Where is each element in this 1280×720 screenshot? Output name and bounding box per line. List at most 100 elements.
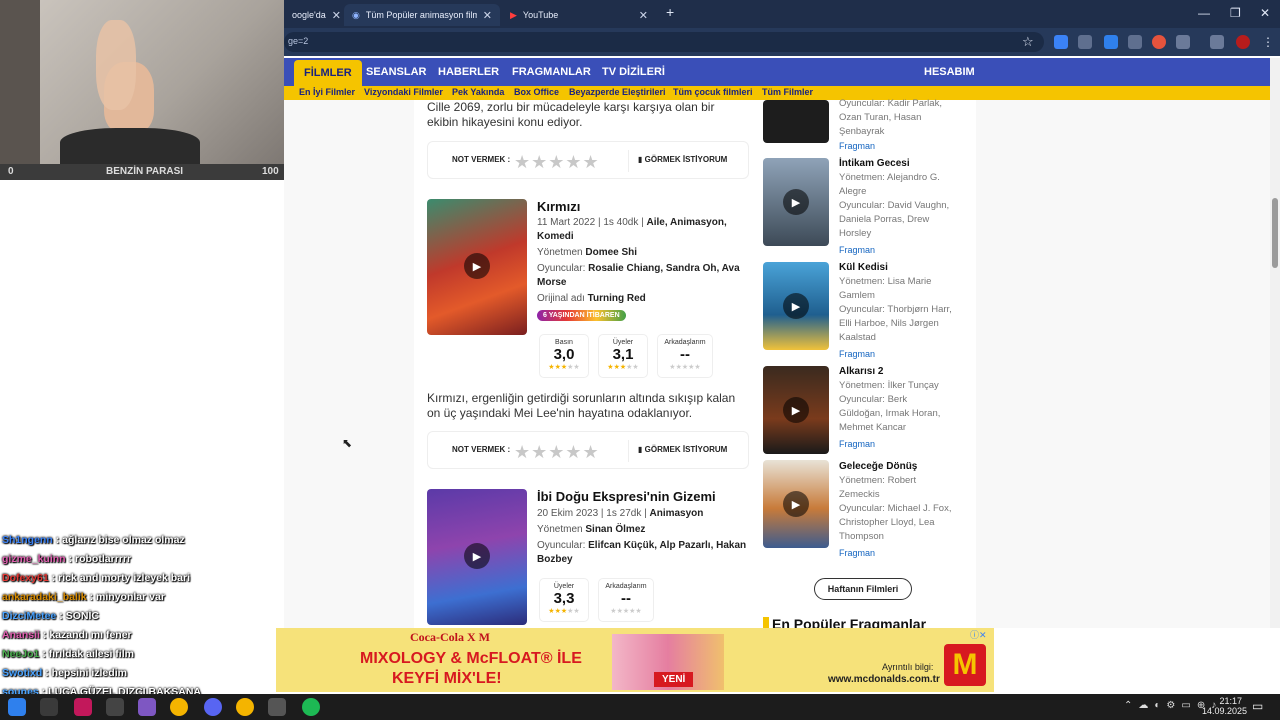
trailer-link[interactable]: Fragman	[839, 548, 875, 558]
chat-username[interactable]: Dofexy61	[2, 572, 49, 584]
movie-title[interactable]: İbi Doğu Ekspresi'nin Gizemi	[537, 489, 716, 504]
page-scrollbar[interactable]	[1270, 58, 1280, 628]
meta-line: Oyuncular: Berk	[839, 394, 908, 405]
extension-icon[interactable]	[1152, 35, 1166, 49]
meta-line: Christopher Lloyd, Lea	[839, 517, 935, 528]
subnav-tum-filmler[interactable]: Tüm Filmler	[762, 87, 813, 97]
spotify-icon[interactable]	[302, 698, 320, 716]
chrome-icon[interactable]	[170, 698, 188, 716]
subnav-cocuk[interactable]: Tüm çocuk filmleri	[673, 87, 753, 97]
sidebar-item-title[interactable]: İntikam Gecesi	[839, 158, 910, 169]
minimize-button[interactable]: —	[1198, 6, 1210, 20]
chat-username[interactable]: Anansii	[2, 629, 40, 641]
play-icon[interactable]: ▶	[783, 397, 809, 423]
webcam-background	[0, 0, 40, 164]
cursor-icon: ⬉	[342, 436, 353, 450]
sidebar-poster[interactable]: ▶	[763, 262, 829, 350]
address-input[interactable]: ge=2	[284, 32, 1044, 52]
trailer-link[interactable]: Fragman	[839, 141, 875, 151]
sidebar-poster[interactable]: ▶	[763, 158, 829, 246]
nav-seanslar[interactable]: SEANSLAR	[366, 58, 427, 86]
nav-filmler[interactable]: FİLMLER	[294, 60, 362, 86]
scrollbar-thumb[interactable]	[1272, 198, 1278, 268]
menu-dots-icon[interactable]: ⋮	[1262, 35, 1274, 49]
close-icon[interactable]: ✕	[332, 9, 341, 22]
tab-animasyon[interactable]: ◉ Tüm Popüler animasyon filmleri ✕	[344, 4, 500, 26]
tab-google[interactable]: oogle'da ✕	[284, 4, 344, 26]
sidebar-poster[interactable]: ▶	[763, 366, 829, 454]
play-icon[interactable]: ▶	[464, 543, 490, 569]
sidebar-poster[interactable]	[763, 100, 829, 143]
discord-icon[interactable]	[204, 698, 222, 716]
chrome-icon[interactable]	[236, 698, 254, 716]
watchlist-button[interactable]: ▮ GÖRMEK İSTİYORUM	[638, 445, 727, 454]
rating-stars[interactable]: ★★★★★	[514, 152, 600, 173]
new-tab-button[interactable]: +	[666, 4, 674, 20]
chat-username[interactable]: ankaradaki_balik	[2, 591, 87, 603]
chat-username[interactable]: DizciMetee	[2, 610, 56, 622]
app-icon[interactable]	[74, 698, 92, 716]
chat-username[interactable]: gizme_kuinn	[2, 553, 66, 565]
extension-icon[interactable]	[1128, 35, 1142, 49]
chat-username[interactable]: Swotixd	[2, 667, 42, 679]
subnav-vizyondaki[interactable]: Vizyondaki Filmler	[364, 87, 443, 97]
extension-icon[interactable]	[1104, 35, 1118, 49]
trailer-link[interactable]: Fragman	[839, 349, 875, 359]
chat-username[interactable]: NeeJo1	[2, 648, 39, 660]
site-sub-nav: En İyi Filmler Vizyondaki Filmler Pek Ya…	[284, 86, 1270, 100]
movie-poster[interactable]: ▶	[427, 199, 527, 335]
close-window-button[interactable]: ✕	[1260, 6, 1270, 20]
reading-list-icon[interactable]	[1210, 35, 1224, 49]
subnav-en-iyi[interactable]: En İyi Filmler	[299, 87, 355, 97]
close-icon[interactable]: ✕	[483, 9, 492, 22]
puzzle-icon[interactable]	[1176, 35, 1190, 49]
sidebar-item-meta: Yönetmen: Alejandro G. Alegre Oyuncular:…	[839, 171, 971, 241]
extension-icon[interactable]	[1054, 35, 1068, 49]
site-favicon-icon: ◉	[352, 9, 360, 20]
play-icon[interactable]: ▶	[783, 491, 809, 517]
ad-banner[interactable]: Coca-Cola X M MIXOLOGY & McFLOAT® İLE KE…	[276, 628, 994, 692]
nav-tv-dizileri[interactable]: TV DİZİLERİ	[602, 58, 665, 86]
close-icon[interactable]: ✕	[639, 9, 648, 22]
play-icon[interactable]: ▶	[783, 293, 809, 319]
extension-icon[interactable]	[1078, 35, 1092, 49]
clock-date: 14.09.2025	[1202, 706, 1248, 716]
trailer-link[interactable]: Fragman	[839, 245, 875, 255]
tab-youtube[interactable]: ▶ YouTube ✕	[502, 4, 656, 26]
nav-account[interactable]: HESABIM	[924, 58, 975, 86]
meta-line: Oyuncular: David Vaughn,	[839, 200, 950, 211]
sidebar-poster[interactable]: ▶	[763, 460, 829, 548]
rating-stars[interactable]: ★★★★★	[514, 442, 600, 463]
play-icon[interactable]: ▶	[783, 189, 809, 215]
bookmark-star-icon[interactable]: ☆	[1022, 34, 1034, 50]
sidebar-item-title[interactable]: Kül Kedisi	[839, 262, 888, 273]
nav-fragmanlar[interactable]: FRAGMANLAR	[512, 58, 591, 86]
profile-avatar[interactable]	[1236, 35, 1250, 49]
notification-icon[interactable]: ▭	[1252, 699, 1263, 713]
subnav-pek-yakinda[interactable]: Pek Yakında	[452, 87, 504, 97]
score-press: Basın 3,0 ★★★★★	[539, 334, 589, 378]
search-icon[interactable]	[40, 698, 58, 716]
chat-message: Anansii: kazandı mı fener	[2, 629, 132, 641]
weekly-films-button[interactable]: Haftanın Filmleri	[814, 578, 912, 600]
taskbar: ⌃☁◐⚙▭⊕♪ 21:17 14.09.2025 ▭	[0, 694, 1280, 720]
ad-info-icon[interactable]: ⓘ✕	[970, 628, 987, 641]
app-icon[interactable]	[106, 698, 124, 716]
subnav-box-office[interactable]: Box Office	[514, 87, 559, 97]
sidebar-item-title[interactable]: Geleceğe Dönüş	[839, 461, 917, 472]
watchlist-button[interactable]: ▮ GÖRMEK İSTİYORUM	[638, 155, 727, 164]
movie-poster[interactable]: ▶	[427, 489, 527, 625]
movie-title[interactable]: Kırmızı	[537, 199, 580, 214]
play-icon[interactable]: ▶	[464, 253, 490, 279]
app-icon[interactable]	[268, 698, 286, 716]
restore-button[interactable]: ❐	[1230, 6, 1241, 20]
clock[interactable]: 21:17 14.09.2025	[1202, 696, 1248, 716]
subnav-elestiriler[interactable]: Beyazperde Eleştirileri	[569, 87, 666, 97]
chat-username[interactable]: Sh1ngenn	[2, 534, 53, 546]
start-icon[interactable]	[8, 698, 26, 716]
app-icon[interactable]	[138, 698, 156, 716]
score-stars: ★★★★★	[548, 608, 580, 615]
trailer-link[interactable]: Fragman	[839, 439, 875, 449]
nav-haberler[interactable]: HABERLER	[438, 58, 499, 86]
sidebar-item-title[interactable]: Alkarısı 2	[839, 366, 883, 377]
